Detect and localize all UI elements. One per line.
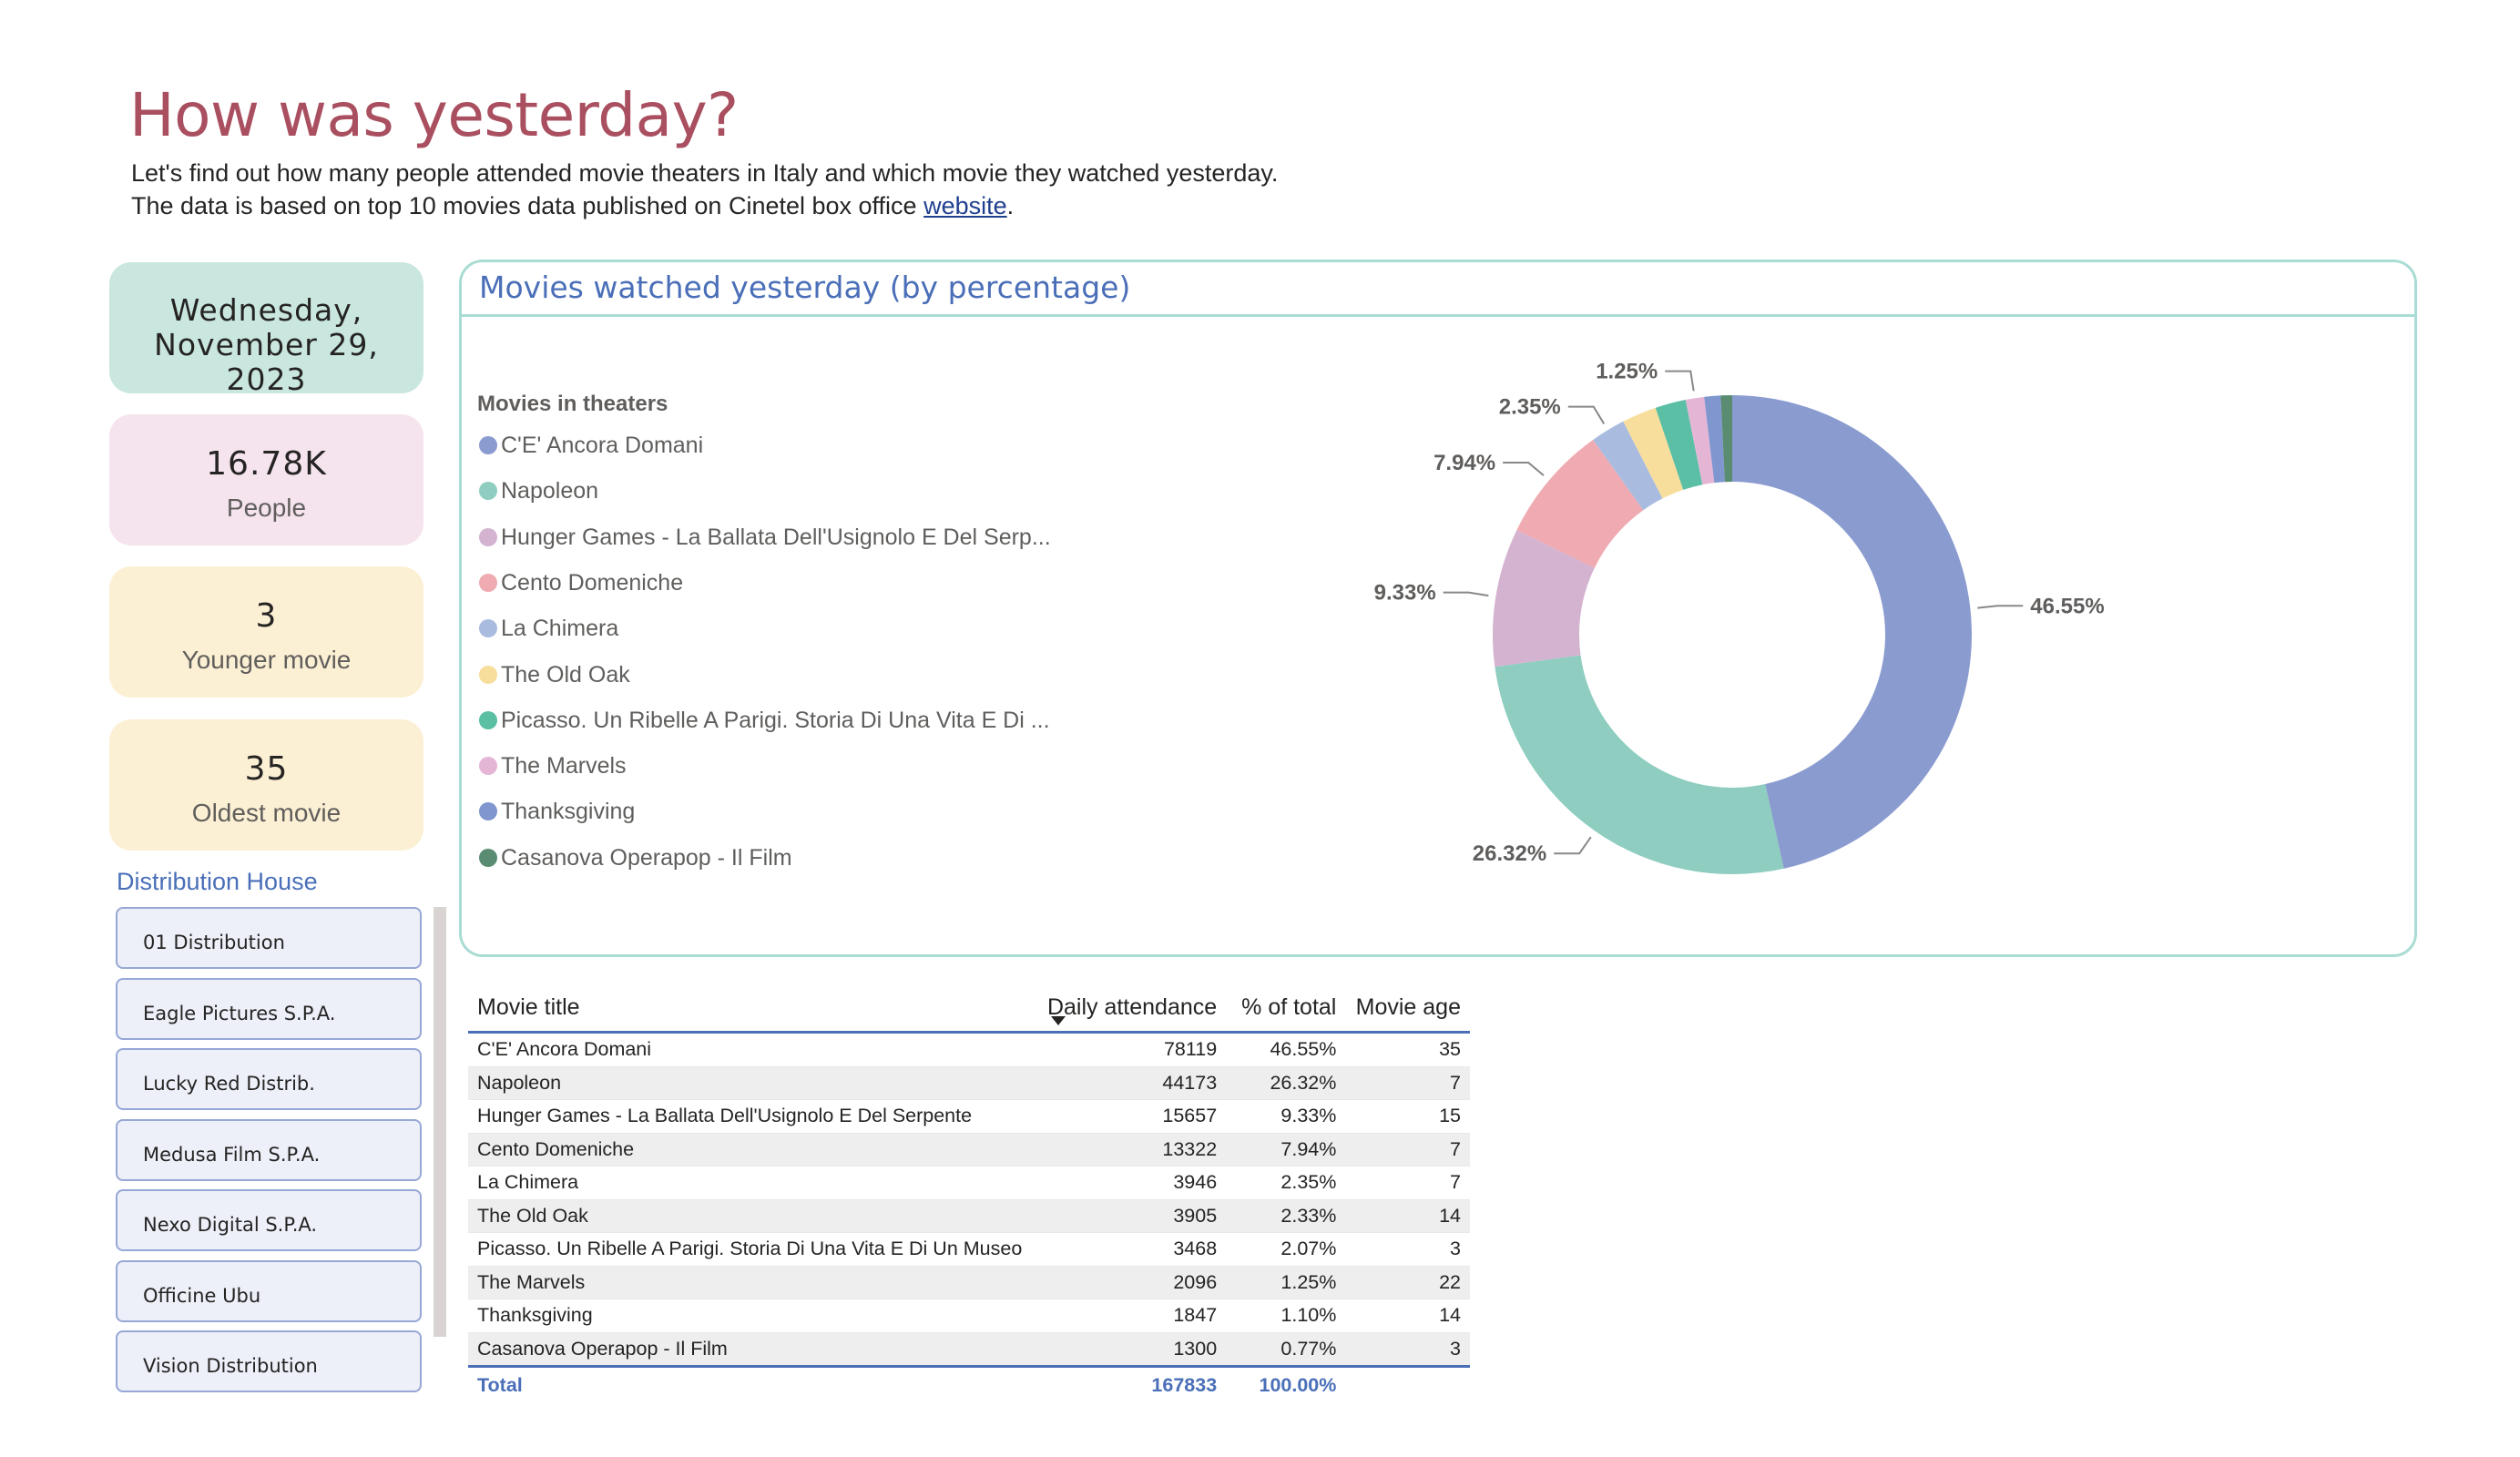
donut-data-label: 1.25% (1596, 360, 1658, 384)
data-label-leader-line (1977, 605, 2024, 609)
cell-percent-total: 2.35% (1226, 1166, 1346, 1200)
total-label: Total (468, 1365, 1037, 1402)
table-row[interactable]: The Old Oak 3905 2.33% 14 (468, 1199, 1470, 1233)
sort-descending-icon (1051, 1016, 1066, 1025)
total-age (1345, 1365, 1470, 1402)
cell-daily-attendance: 15657 (1036, 1099, 1227, 1134)
cell-daily-attendance: 3946 (1036, 1166, 1227, 1200)
movies-table-grid: Movie title Daily attendance % of total … (468, 983, 1470, 1402)
table-row[interactable]: La Chimera 3946 2.35% 7 (468, 1166, 1470, 1200)
table-row[interactable]: Hunger Games - La Ballata Dell'Usignolo … (468, 1099, 1470, 1134)
table-header-row: Movie title Daily attendance % of total … (468, 983, 1470, 1034)
cell-percent-total: 26.32% (1226, 1066, 1346, 1100)
cell-movie-title: Thanksgiving (468, 1299, 1037, 1333)
donut-data-label: 7.94% (1433, 451, 1495, 475)
cell-movie-age: 14 (1345, 1299, 1470, 1333)
cell-movie-title: Picasso. Un Ribelle A Parigi. Storia Di … (468, 1232, 1037, 1267)
cell-movie-title: Cento Domeniche (468, 1133, 1037, 1167)
cell-daily-attendance: 44173 (1036, 1066, 1227, 1100)
cell-percent-total: 0.77% (1226, 1332, 1346, 1367)
cell-movie-age: 14 (1345, 1199, 1470, 1233)
table-row[interactable]: Cento Domeniche 13322 7.94% 7 (468, 1133, 1470, 1167)
table-row[interactable]: Casanova Operapop - Il Film 1300 0.77% 3 (468, 1332, 1470, 1367)
cell-movie-title: Hunger Games - La Ballata Dell'Usignolo … (468, 1099, 1037, 1134)
cell-movie-title: La Chimera (468, 1166, 1037, 1200)
table-row[interactable]: The Marvels 2096 1.25% 22 (468, 1266, 1470, 1299)
donut-data-label: 46.55% (2030, 594, 2104, 618)
cell-movie-title: Napoleon (468, 1066, 1037, 1100)
data-label-leader-line (1503, 461, 1545, 476)
cell-movie-age: 7 (1345, 1166, 1470, 1200)
cell-percent-total: 2.07% (1226, 1232, 1346, 1267)
cell-percent-total: 1.10% (1226, 1299, 1346, 1333)
cell-daily-attendance: 13322 (1036, 1133, 1227, 1167)
cell-percent-total: 2.33% (1226, 1199, 1346, 1233)
cell-percent-total: 1.25% (1226, 1266, 1346, 1299)
cell-daily-attendance: 2096 (1036, 1266, 1227, 1299)
column-header-percent[interactable]: % of total (1226, 983, 1346, 1034)
cell-movie-age: 22 (1345, 1266, 1470, 1299)
table-row[interactable]: C'E' Ancora Domani 78119 46.55% 35 (468, 1032, 1470, 1067)
cell-percent-total: 9.33% (1226, 1099, 1346, 1134)
total-percent: 100.00% (1226, 1365, 1346, 1402)
cell-daily-attendance: 1847 (1036, 1299, 1227, 1333)
cell-movie-age: 3 (1345, 1232, 1470, 1267)
table-row[interactable]: Napoleon 44173 26.32% 7 (468, 1066, 1470, 1100)
donut-slice[interactable] (1732, 395, 1972, 869)
movies-table: Movie title Daily attendance % of total … (468, 983, 1470, 1402)
cell-movie-title: Casanova Operapop - Il Film (468, 1332, 1037, 1367)
cell-movie-age: 35 (1345, 1032, 1470, 1067)
total-attendance: 167833 (1036, 1365, 1227, 1402)
column-header-title[interactable]: Movie title (468, 983, 1037, 1034)
donut-data-label: 9.33% (1374, 581, 1436, 606)
data-label-leader-line (1665, 370, 1695, 392)
cell-daily-attendance: 3468 (1036, 1232, 1227, 1267)
cell-percent-total: 46.55% (1226, 1032, 1346, 1067)
cell-daily-attendance: 78119 (1036, 1032, 1227, 1067)
cell-movie-age: 3 (1345, 1332, 1470, 1367)
data-label-leader-line (1443, 591, 1489, 597)
table-row[interactable]: Thanksgiving 1847 1.10% 14 (468, 1299, 1470, 1333)
cell-movie-age: 7 (1345, 1133, 1470, 1167)
donut-data-label: 26.32% (1473, 841, 1546, 866)
column-header-age[interactable]: Movie age (1345, 983, 1470, 1034)
cell-movie-title: The Old Oak (468, 1199, 1037, 1233)
data-label-leader-line (1554, 836, 1592, 855)
data-label-leader-line (1567, 405, 1606, 424)
cell-movie-age: 7 (1345, 1066, 1470, 1100)
cell-movie-title: The Marvels (468, 1266, 1037, 1299)
cell-daily-attendance: 1300 (1036, 1332, 1227, 1367)
cell-percent-total: 7.94% (1226, 1133, 1346, 1167)
cell-movie-title: C'E' Ancora Domani (468, 1032, 1037, 1067)
table-total-row: Total 167833 100.00% (468, 1365, 1470, 1402)
cell-movie-age: 15 (1345, 1099, 1470, 1134)
table-body: C'E' Ancora Domani 78119 46.55% 35 Napoleon 4… (468, 1032, 1470, 1402)
cell-daily-attendance: 3905 (1036, 1199, 1227, 1233)
donut-data-label: 2.35% (1499, 395, 1561, 420)
table-row[interactable]: Picasso. Un Ribelle A Parigi. Storia Di … (468, 1232, 1470, 1267)
